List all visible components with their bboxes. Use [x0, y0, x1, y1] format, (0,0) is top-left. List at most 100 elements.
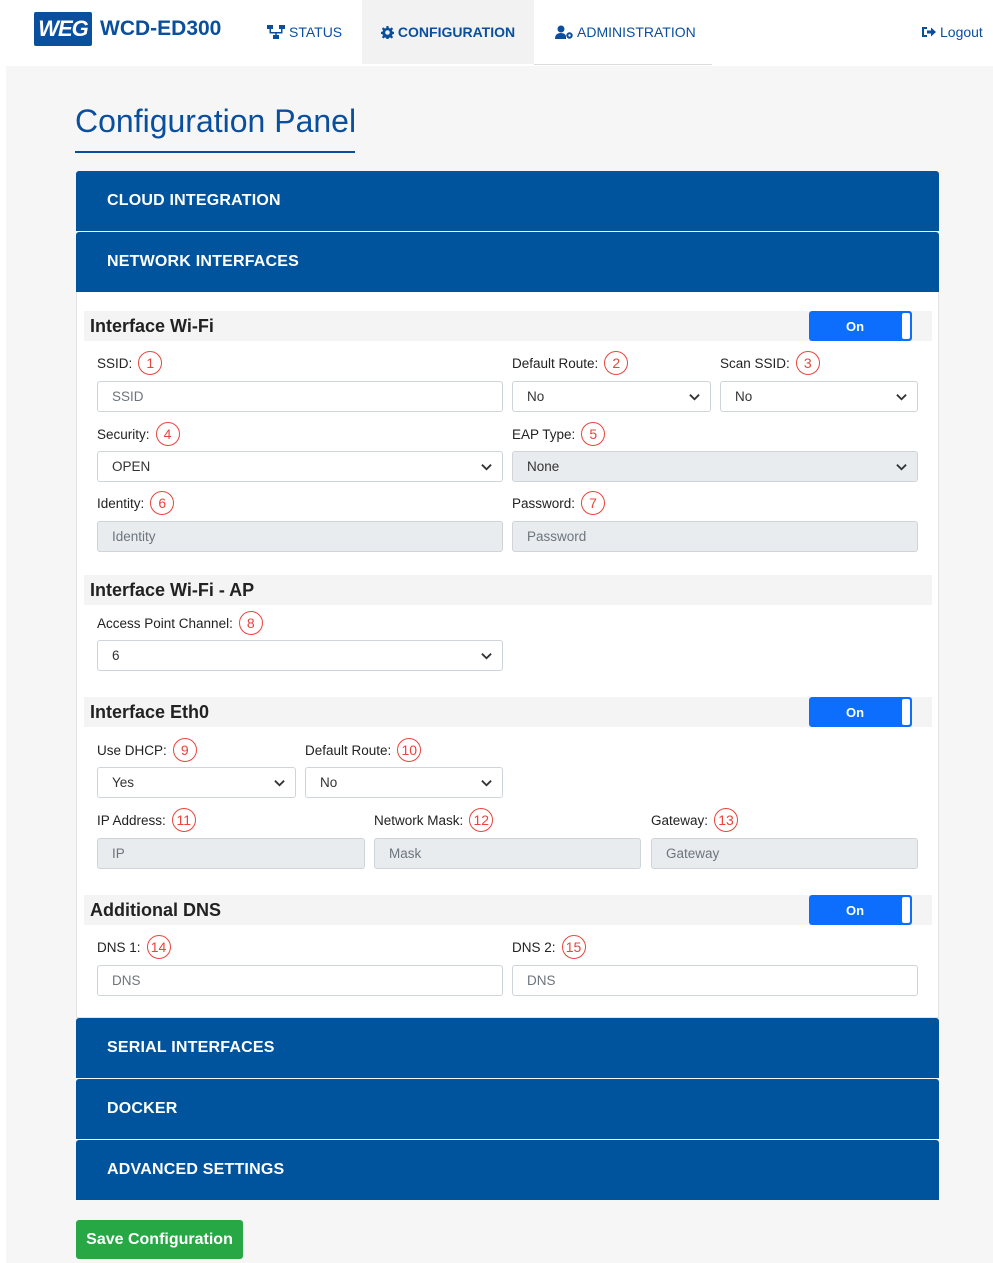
- ip-address-label-text: IP Address:: [97, 812, 166, 828]
- wifi-default-route-label-text: Default Route:: [512, 355, 599, 371]
- logo-text: WEG: [38, 16, 89, 41]
- identity-input[interactable]: Identity: [97, 521, 503, 552]
- wifi-toggle-label: On: [846, 318, 865, 334]
- eth0-default-route-value: No: [320, 775, 338, 790]
- annotation-badge: 15: [561, 935, 586, 959]
- security-label: Security: 4: [97, 421, 180, 447]
- eap-type-value: None: [527, 459, 560, 474]
- toggle-knob: [902, 897, 910, 923]
- identity-label-text: Identity:: [97, 495, 145, 511]
- chevron-down-icon: [896, 464, 907, 471]
- wifi-ap-section-title: Interface Wi-Fi - AP: [90, 579, 255, 600]
- eap-type-select[interactable]: None: [512, 451, 918, 482]
- ssid-label-text: SSID:: [97, 355, 133, 371]
- gateway-label-text: Gateway:: [651, 812, 709, 828]
- eth0-section-header: Interface Eth0 On: [84, 697, 932, 727]
- dns2-input[interactable]: DNS: [512, 965, 918, 996]
- nav-logout[interactable]: Logout: [922, 0, 983, 64]
- save-configuration-button[interactable]: Save Configuration: [76, 1220, 243, 1259]
- eth0-default-route-select[interactable]: No: [305, 767, 503, 798]
- nav-administration[interactable]: ADMINISTRATION: [555, 0, 696, 64]
- identity-placeholder: Identity: [112, 529, 156, 544]
- eap-type-label: EAP Type: 5: [512, 421, 606, 447]
- nav-configuration-label: CONFIGURATION: [397, 24, 516, 40]
- top-navbar: WEG WCD-ED300 STATUS CONFIGURATION ADMIN…: [0, 0, 993, 64]
- dns-section-title: Additional DNS: [90, 899, 221, 920]
- accordion-cloud-integration-label: CLOUD INTEGRATION: [107, 192, 281, 209]
- password-placeholder: Password: [527, 529, 587, 544]
- gateway-input[interactable]: Gateway: [651, 838, 918, 869]
- chevron-down-icon: [689, 394, 700, 401]
- dhcp-value: Yes: [112, 775, 135, 790]
- scan-ssid-value: No: [735, 389, 753, 404]
- accordion-docker-label: DOCKER: [107, 1100, 178, 1117]
- annotation-badge: 4: [155, 422, 180, 446]
- accordion-cloud-integration[interactable]: CLOUD INTEGRATION: [76, 171, 939, 231]
- accordion-network-interfaces-label: NETWORK INTERFACES: [107, 253, 300, 270]
- nav-logout-label: Logout: [940, 24, 983, 40]
- weg-logo: WEG: [34, 12, 92, 46]
- dns-toggle[interactable]: On: [809, 895, 912, 925]
- eth0-section-title: Interface Eth0: [90, 701, 210, 722]
- ip-address-label: IP Address: 11: [97, 807, 196, 833]
- toggle-knob: [902, 699, 910, 725]
- accordion-serial-interfaces[interactable]: SERIAL INTERFACES: [76, 1018, 939, 1078]
- network-mask-placeholder: Mask: [389, 846, 422, 861]
- nav-configuration[interactable]: CONFIGURATION: [362, 0, 534, 64]
- eth0-toggle[interactable]: On: [809, 697, 912, 727]
- nav-administration-label: ADMINISTRATION: [577, 24, 696, 40]
- annotation-badge: 11: [171, 808, 196, 832]
- dns-section-header: Additional DNS On: [84, 895, 932, 925]
- nav-status[interactable]: STATUS: [267, 0, 342, 64]
- ssid-label: SSID: 1: [97, 350, 163, 376]
- password-input[interactable]: Password: [512, 521, 918, 552]
- scan-ssid-label: Scan SSID: 3: [720, 350, 820, 376]
- annotation-badge: 9: [172, 738, 197, 762]
- brand[interactable]: WEG WCD-ED300: [34, 12, 221, 46]
- eap-type-label-text: EAP Type:: [512, 426, 576, 442]
- user-gear-icon: [555, 25, 573, 39]
- wifi-default-route-value: No: [527, 389, 545, 404]
- identity-label: Identity: 6: [97, 490, 175, 516]
- dns2-placeholder: DNS: [527, 973, 556, 988]
- chevron-down-icon: [481, 653, 492, 660]
- save-configuration-label: Save Configuration: [86, 1230, 233, 1248]
- scan-ssid-label-text: Scan SSID:: [720, 355, 790, 371]
- network-mask-label: Network Mask: 12: [374, 807, 494, 833]
- accordion-advanced-settings[interactable]: ADVANCED SETTINGS: [76, 1140, 939, 1200]
- scan-ssid-select[interactable]: No: [720, 381, 918, 412]
- chevron-down-icon: [481, 780, 492, 787]
- annotation-badge: 12: [469, 808, 494, 832]
- accordion-network-interfaces[interactable]: NETWORK INTERFACES: [76, 232, 939, 292]
- page-title: Configuration Panel: [75, 103, 357, 139]
- ip-address-placeholder: IP: [112, 846, 125, 861]
- annotation-badge: 14: [146, 935, 171, 959]
- accordion-serial-interfaces-label: SERIAL INTERFACES: [107, 1039, 275, 1056]
- dhcp-label-text: Use DHCP:: [97, 742, 167, 758]
- dhcp-select[interactable]: Yes: [97, 767, 296, 798]
- security-select[interactable]: OPEN: [97, 451, 503, 482]
- security-label-text: Security:: [97, 426, 150, 442]
- accordion-advanced-settings-label: ADVANCED SETTINGS: [107, 1161, 285, 1178]
- network-mask-input[interactable]: Mask: [374, 838, 641, 869]
- annotation-badge: 7: [581, 491, 606, 515]
- wifi-toggle[interactable]: On: [809, 311, 912, 341]
- annotation-badge: 8: [238, 611, 263, 635]
- dhcp-label: Use DHCP: 9: [97, 737, 197, 763]
- gateway-placeholder: Gateway: [666, 846, 720, 861]
- accordion-docker[interactable]: DOCKER: [76, 1079, 939, 1139]
- annotation-badge: 10: [397, 738, 422, 762]
- wifi-ap-section-header: Interface Wi-Fi - AP: [84, 575, 932, 605]
- ap-channel-select[interactable]: 6: [97, 640, 503, 671]
- ip-address-input[interactable]: IP: [97, 838, 365, 869]
- chevron-down-icon: [896, 394, 907, 401]
- ssid-input[interactable]: SSID: [97, 381, 503, 412]
- gear-icon: [380, 25, 394, 39]
- dns1-input[interactable]: DNS: [97, 965, 503, 996]
- title-underline: [75, 151, 355, 153]
- annotation-badge: 3: [795, 351, 820, 375]
- annotation-badge: 1: [138, 351, 163, 375]
- security-value: OPEN: [112, 459, 151, 474]
- eth0-default-route-label: Default Route: 10: [305, 737, 422, 763]
- wifi-default-route-select[interactable]: No: [512, 381, 711, 412]
